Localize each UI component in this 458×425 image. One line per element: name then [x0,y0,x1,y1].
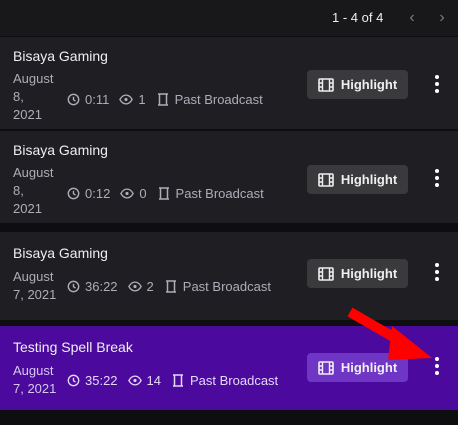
video-meta: 0:12 0 Past Broadcast [67,186,274,201]
broadcast-icon [173,374,184,387]
film-icon [318,360,334,375]
video-date-line: August [13,363,54,378]
video-type: Past Broadcast [157,186,264,201]
video-date: August 8, 2021 [13,164,61,218]
film-icon [318,77,334,92]
duration-value: 36:22 [85,279,118,294]
more-options-icon[interactable] [426,259,448,285]
duration: 36:22 [67,279,118,294]
duration-value: 0:12 [85,186,111,201]
view-count: 0 [139,186,147,201]
video-meta: 36:22 2 Past Broadcast [67,279,281,294]
duration: 0:11 [67,92,109,107]
film-icon [318,266,334,281]
highlight-button[interactable]: Highlight [307,259,408,288]
view-count: 2 [146,279,154,294]
views: 2 [127,279,154,294]
video-title[interactable]: Bisaya Gaming [13,48,108,64]
clock-icon [67,280,80,293]
pagination-range: 1 - 4 of 4 [332,10,384,25]
highlight-button[interactable]: Highlight [307,70,408,99]
video-type-label: Past Broadcast [174,92,263,107]
video-date-line: 2021 [13,201,42,216]
video-date-line: August [13,269,54,284]
next-page-icon[interactable]: › [433,8,451,28]
video-type: Past Broadcast [164,279,271,294]
video-date-line: August [13,71,54,86]
pagination-bar: 1 - 4 of 4 ‹ › [0,0,458,36]
video-card[interactable]: Bisaya Gaming August 8, 2021 0:12 0 Past… [0,131,458,223]
eye-icon [119,94,134,105]
video-date: August 7, 2021 [13,362,61,398]
video-title[interactable]: Bisaya Gaming [13,142,108,158]
previous-page-icon[interactable]: ‹ [403,8,421,28]
video-type-label: Past Broadcast [190,373,279,388]
video-title[interactable]: Bisaya Gaming [13,245,108,261]
broadcast-icon [158,187,169,200]
clock-icon [67,187,80,200]
highlight-button-label: Highlight [340,77,398,92]
video-date-line: 8, [13,183,24,198]
broadcast-icon [165,280,176,293]
clock-icon [67,374,80,387]
video-date-line: 2021 [13,107,42,122]
views: 14 [127,373,162,388]
eye-icon [120,188,135,199]
views: 0 [120,186,147,201]
video-type: Past Broadcast [171,373,278,388]
clock-icon [67,93,80,106]
duration-value: 35:22 [85,373,118,388]
views: 1 [119,92,146,107]
video-date-line: August [13,165,54,180]
video-title[interactable]: Testing Spell Break [13,339,133,355]
eye-icon [127,281,142,292]
video-date-line: 7, 2021 [13,287,57,302]
more-options-icon[interactable] [426,71,448,97]
more-options-icon[interactable] [426,165,448,191]
view-count: 1 [138,92,146,107]
red-arrow-icon [347,307,432,360]
video-date: August 8, 2021 [13,70,61,124]
duration-value: 0:11 [85,92,110,107]
video-date: August 7, 2021 [13,268,61,304]
video-type-label: Past Broadcast [182,279,271,294]
video-meta: 0:11 1 Past Broadcast [67,92,273,107]
duration: 0:12 [67,186,110,201]
highlight-button[interactable]: Highlight [307,165,408,194]
video-date-line: 7, 2021 [13,381,57,396]
video-date-line: 8, [13,89,24,104]
video-type: Past Broadcast [156,92,263,107]
duration: 35:22 [67,373,118,388]
film-icon [318,172,334,187]
video-card[interactable]: Bisaya Gaming August 8, 2021 0:11 1 Past… [0,37,458,129]
view-count: 14 [146,373,162,388]
video-type-label: Past Broadcast [175,186,264,201]
video-meta: 35:22 14 Past Broadcast [67,373,288,388]
highlight-button-label: Highlight [340,172,398,187]
highlight-button-label: Highlight [340,266,398,281]
video-manager: 1 - 4 of 4 ‹ › Bisaya Gaming August 8, 2… [0,0,458,425]
broadcast-icon [157,93,168,106]
eye-icon [127,375,142,386]
